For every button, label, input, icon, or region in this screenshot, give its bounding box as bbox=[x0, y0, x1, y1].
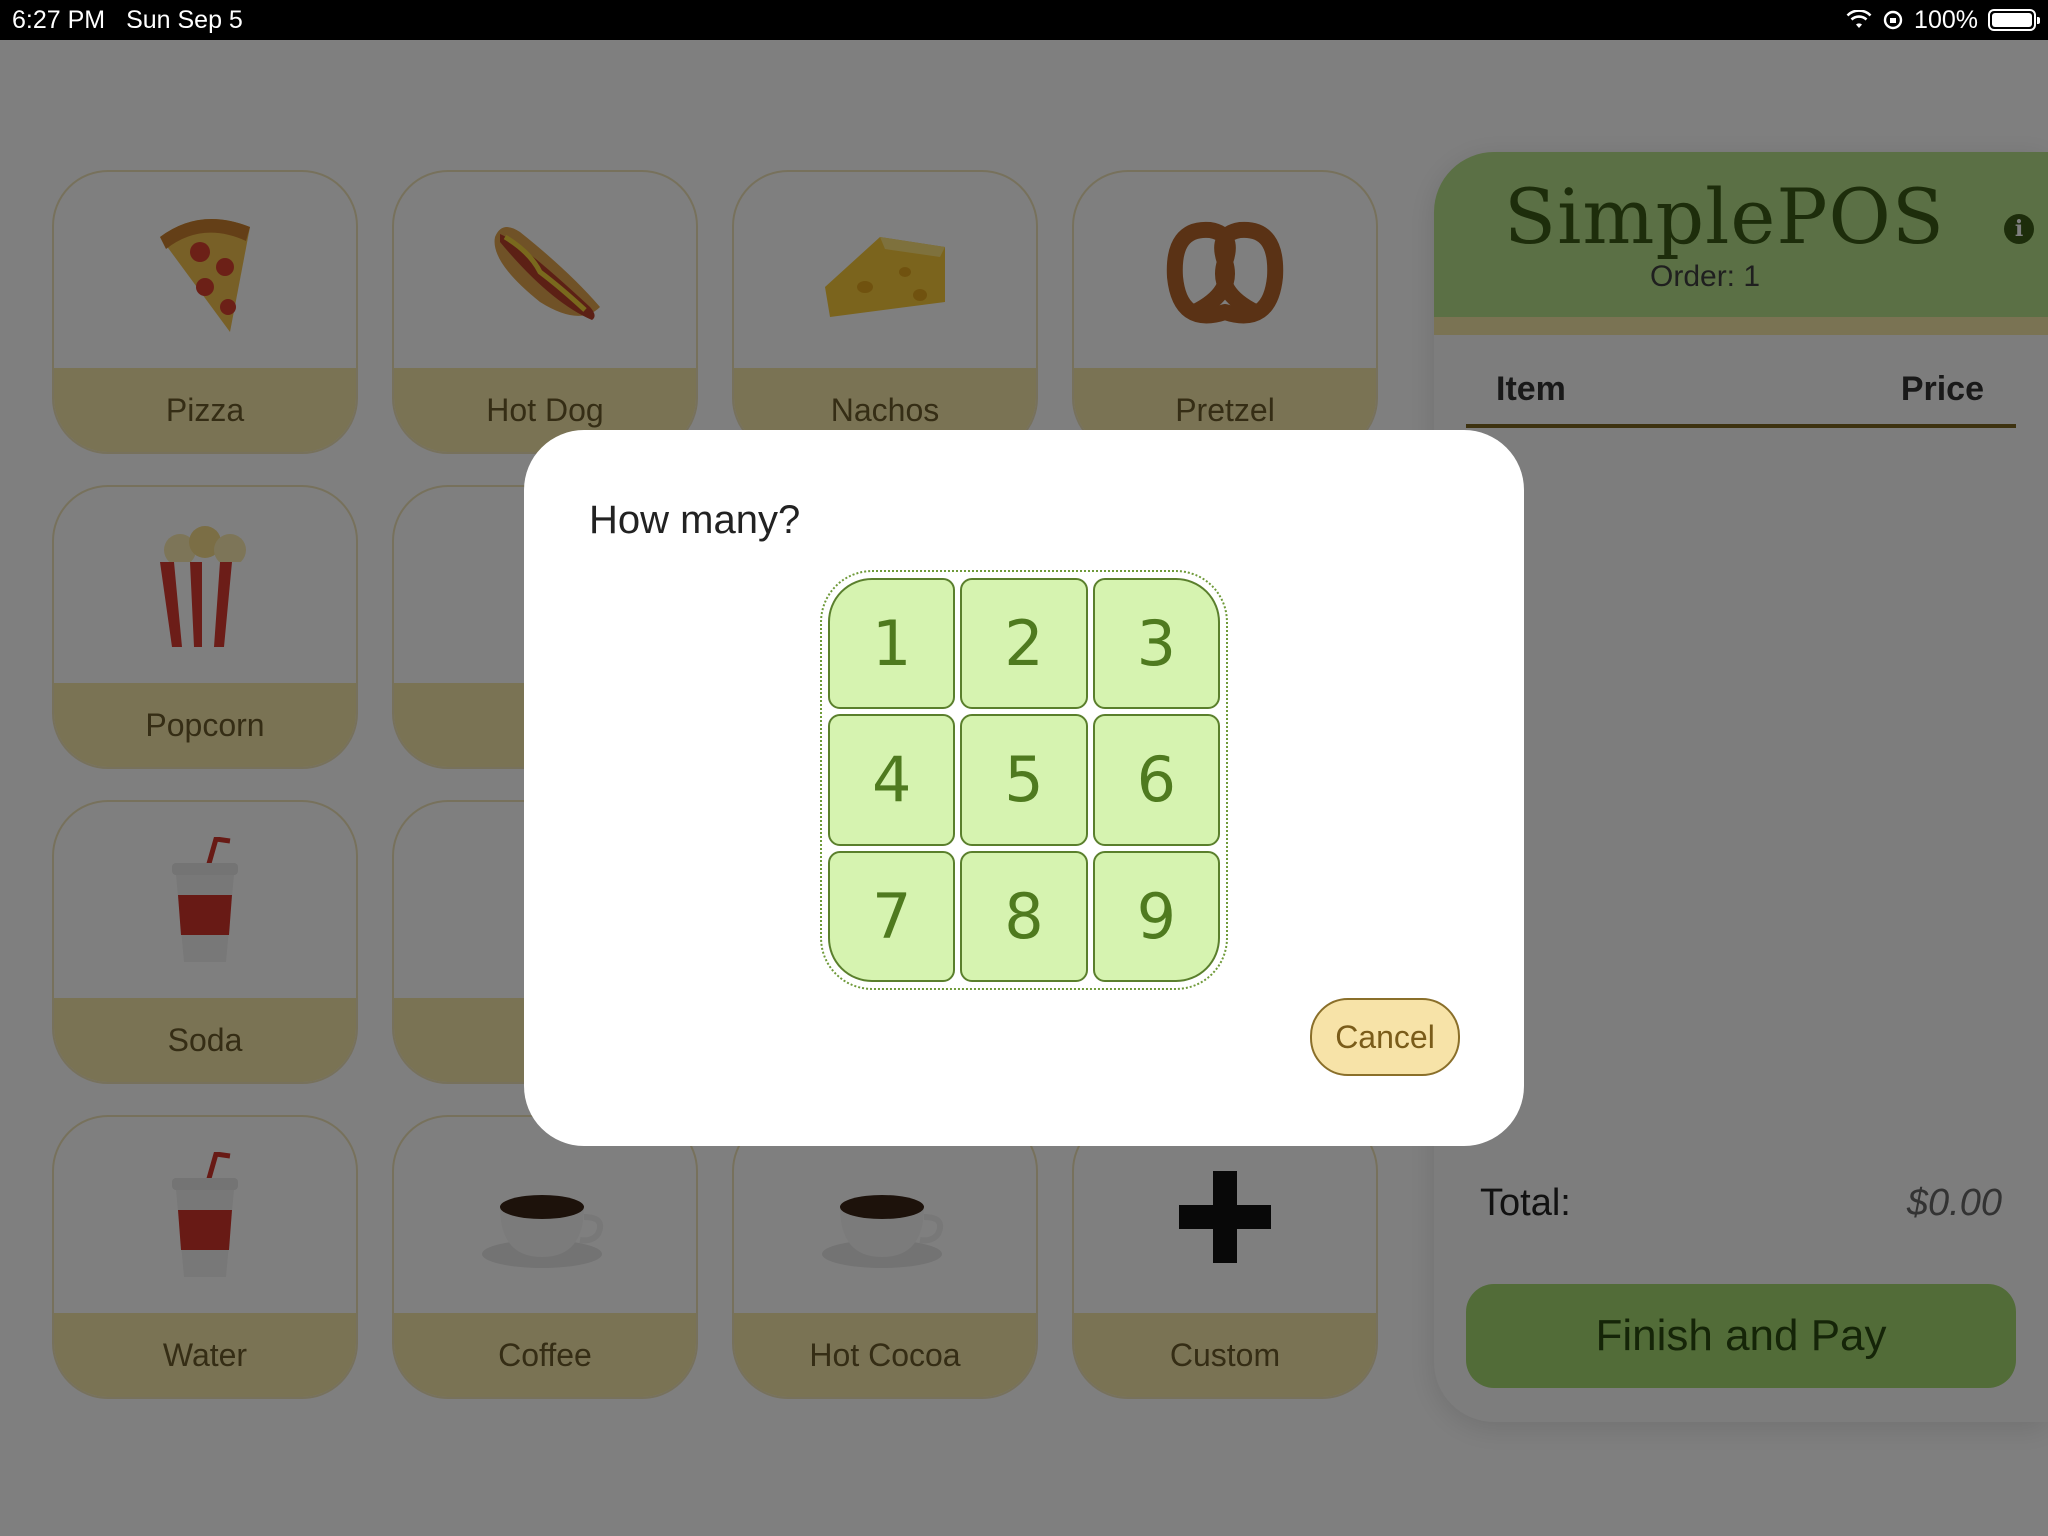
battery-icon bbox=[1988, 9, 2040, 31]
key-3[interactable]: 3 bbox=[1092, 578, 1220, 710]
status-time: 6:27 PM bbox=[12, 5, 106, 34]
dialog-title: How many? bbox=[589, 498, 801, 542]
status-right: 100% bbox=[1846, 5, 2040, 35]
quantity-dialog: How many? 1 2 3 4 5 6 7 8 9 Cancel bbox=[524, 430, 1524, 1146]
key-7[interactable]: 7 bbox=[828, 850, 956, 982]
rotation-lock-icon bbox=[1883, 10, 1903, 30]
status-date: Sun Sep 5 bbox=[126, 5, 243, 34]
battery-percent: 100% bbox=[1914, 5, 1978, 34]
key-5[interactable]: 5 bbox=[960, 714, 1088, 846]
cancel-button[interactable]: Cancel bbox=[1310, 998, 1460, 1076]
status-left: 6:27 PM Sun Sep 5 bbox=[12, 6, 257, 35]
key-9[interactable]: 9 bbox=[1092, 850, 1220, 982]
wifi-icon bbox=[1846, 10, 1872, 28]
key-2[interactable]: 2 bbox=[960, 578, 1088, 710]
key-8[interactable]: 8 bbox=[960, 850, 1088, 982]
status-bar: 6:27 PM Sun Sep 5 100% bbox=[0, 0, 2048, 40]
key-6[interactable]: 6 bbox=[1092, 714, 1220, 846]
key-4[interactable]: 4 bbox=[828, 714, 956, 846]
key-1[interactable]: 1 bbox=[828, 578, 956, 710]
number-keypad: 1 2 3 4 5 6 7 8 9 bbox=[820, 570, 1228, 990]
